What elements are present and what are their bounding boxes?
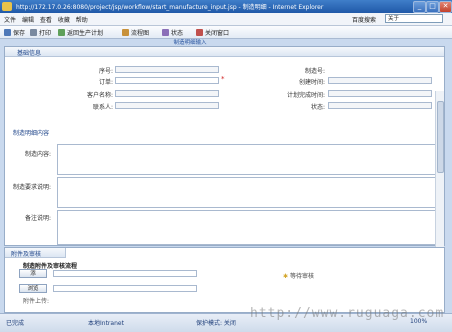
close-button[interactable]: ✕ [439,1,452,13]
field-label: 联系人: [92,104,113,111]
field-label: 制造号: [304,68,325,75]
field-label: 订单: [98,79,113,86]
requirement-textarea[interactable] [57,177,437,208]
menu-edit[interactable]: 编辑 [22,15,34,24]
area-label: 备注说明: [24,215,51,222]
field-label: 计划完成时间: [286,92,325,99]
menu-file[interactable]: 文件 [4,15,16,24]
browser-icon [2,2,12,11]
add-button[interactable]: 添 [19,269,47,278]
minimize-button[interactable]: _ [413,1,426,13]
close-window-tool[interactable]: 关闭窗口 [196,28,229,37]
browse-button[interactable]: 浏览 [19,284,47,293]
contact-field[interactable] [115,102,219,109]
save-icon [4,29,11,36]
file-path-input[interactable] [53,285,197,292]
menu-favorites[interactable]: 收藏 [58,15,70,24]
area-label: 制造要求说明: [12,184,51,191]
review-status: ✱ 等待审核 [283,273,314,280]
plan-finish-field[interactable] [328,90,432,97]
customer-field[interactable] [115,90,219,97]
attachment-panel: 附件及审核 制造附件及审核流程 添 浏览 附件上传: ✱ 等待审核 [4,247,445,313]
flow-tool[interactable]: 流程图 [122,28,149,37]
serial-field[interactable] [115,66,219,73]
required-mark: * [221,75,225,83]
status-tool[interactable]: 状态 [162,28,183,37]
close-window-icon [196,29,203,36]
area-label: 制造内容: [24,151,51,158]
watermark: http://www.ruguaga.com [250,306,445,321]
window-title: http://172.17.0.26:8080/project/jsp/work… [16,4,324,11]
main-panel: 基础信息 序号: 订单: * 客户名称: 联系人: 制造号: 创建时间: 计划完… [4,46,445,247]
print-tool[interactable]: 打印 [30,28,51,37]
field-label: 创建时间: [298,79,325,86]
save-tool[interactable]: 保存 [4,28,25,37]
print-icon [30,29,37,36]
menu-view[interactable]: 查看 [40,15,52,24]
file-input[interactable] [53,270,197,277]
status-done: 已完成 [6,320,25,327]
status-icon [162,29,169,36]
field-label: 状态: [310,104,325,111]
flow-icon [122,29,129,36]
detail-section-header: 制造明细内容 [5,127,444,137]
file-hint: 附件上传: [23,298,50,305]
basic-section-header[interactable]: 基础信息 [5,47,444,57]
scrollbar[interactable] [435,91,444,247]
back-icon [58,29,65,36]
star-icon: ✱ [283,273,289,280]
page-title: 制造明细输入 [173,40,207,46]
search-input[interactable]: 关于 [385,14,443,23]
search-label: 百度搜索 [352,17,377,24]
order-field[interactable] [115,77,219,84]
created-time-field[interactable] [328,77,432,84]
status-protected-mode: 保护模式: 关闭 [196,320,236,327]
scrollbar-thumb[interactable] [437,101,444,173]
content-textarea[interactable] [57,144,437,175]
back-tool[interactable]: 返回生产计划 [58,28,103,37]
field-label: 序号: [98,68,113,75]
status-zone: 本地Intranet [88,320,124,327]
title-bar: http://172.17.0.26:8080/project/jsp/work… [0,0,452,13]
maximize-button[interactable]: □ [426,1,439,13]
state-field[interactable] [328,102,432,109]
remark-textarea[interactable] [57,210,437,245]
attachment-tab[interactable]: 附件及审核 [5,248,66,258]
field-label: 客户名称: [86,92,113,99]
menu-help[interactable]: 帮助 [76,15,88,24]
